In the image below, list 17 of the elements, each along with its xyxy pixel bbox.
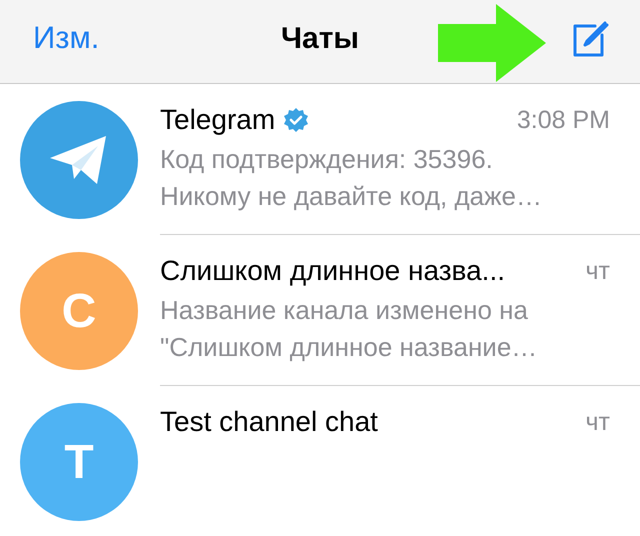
chat-row[interactable]: Telegram 3:08 PM Код подтверждения: 35396. Никому не давайте код, даже…: [0, 84, 640, 235]
chat-time: чт: [586, 256, 610, 286]
avatar-initial: С: [62, 284, 96, 338]
chat-name: Test channel chat: [160, 406, 378, 438]
message-preview: Код подтверждения: 35396.: [160, 143, 494, 176]
chat-row[interactable]: T Test channel chat чт: [0, 386, 640, 536]
chat-name: Слишком длинное назва...: [160, 255, 506, 287]
chat-time: чт: [586, 408, 610, 436]
message-preview: Название канала изменено на: [160, 294, 529, 327]
screen-title: Чаты: [280, 22, 360, 56]
avatar-initial: T: [64, 434, 94, 490]
chat-row[interactable]: С Слишком длинное назва... чт Название канала изменено на "Слишком длинное название…: [0, 235, 640, 386]
message-preview: Никому не давайте код, даже…: [160, 180, 543, 213]
chat-name: Telegram: [160, 104, 276, 136]
chat-time: 3:08 PM: [516, 106, 610, 134]
edit-button[interactable]: Изм.: [33, 20, 100, 56]
message-preview: "Слишком длинное название…: [160, 331, 538, 364]
